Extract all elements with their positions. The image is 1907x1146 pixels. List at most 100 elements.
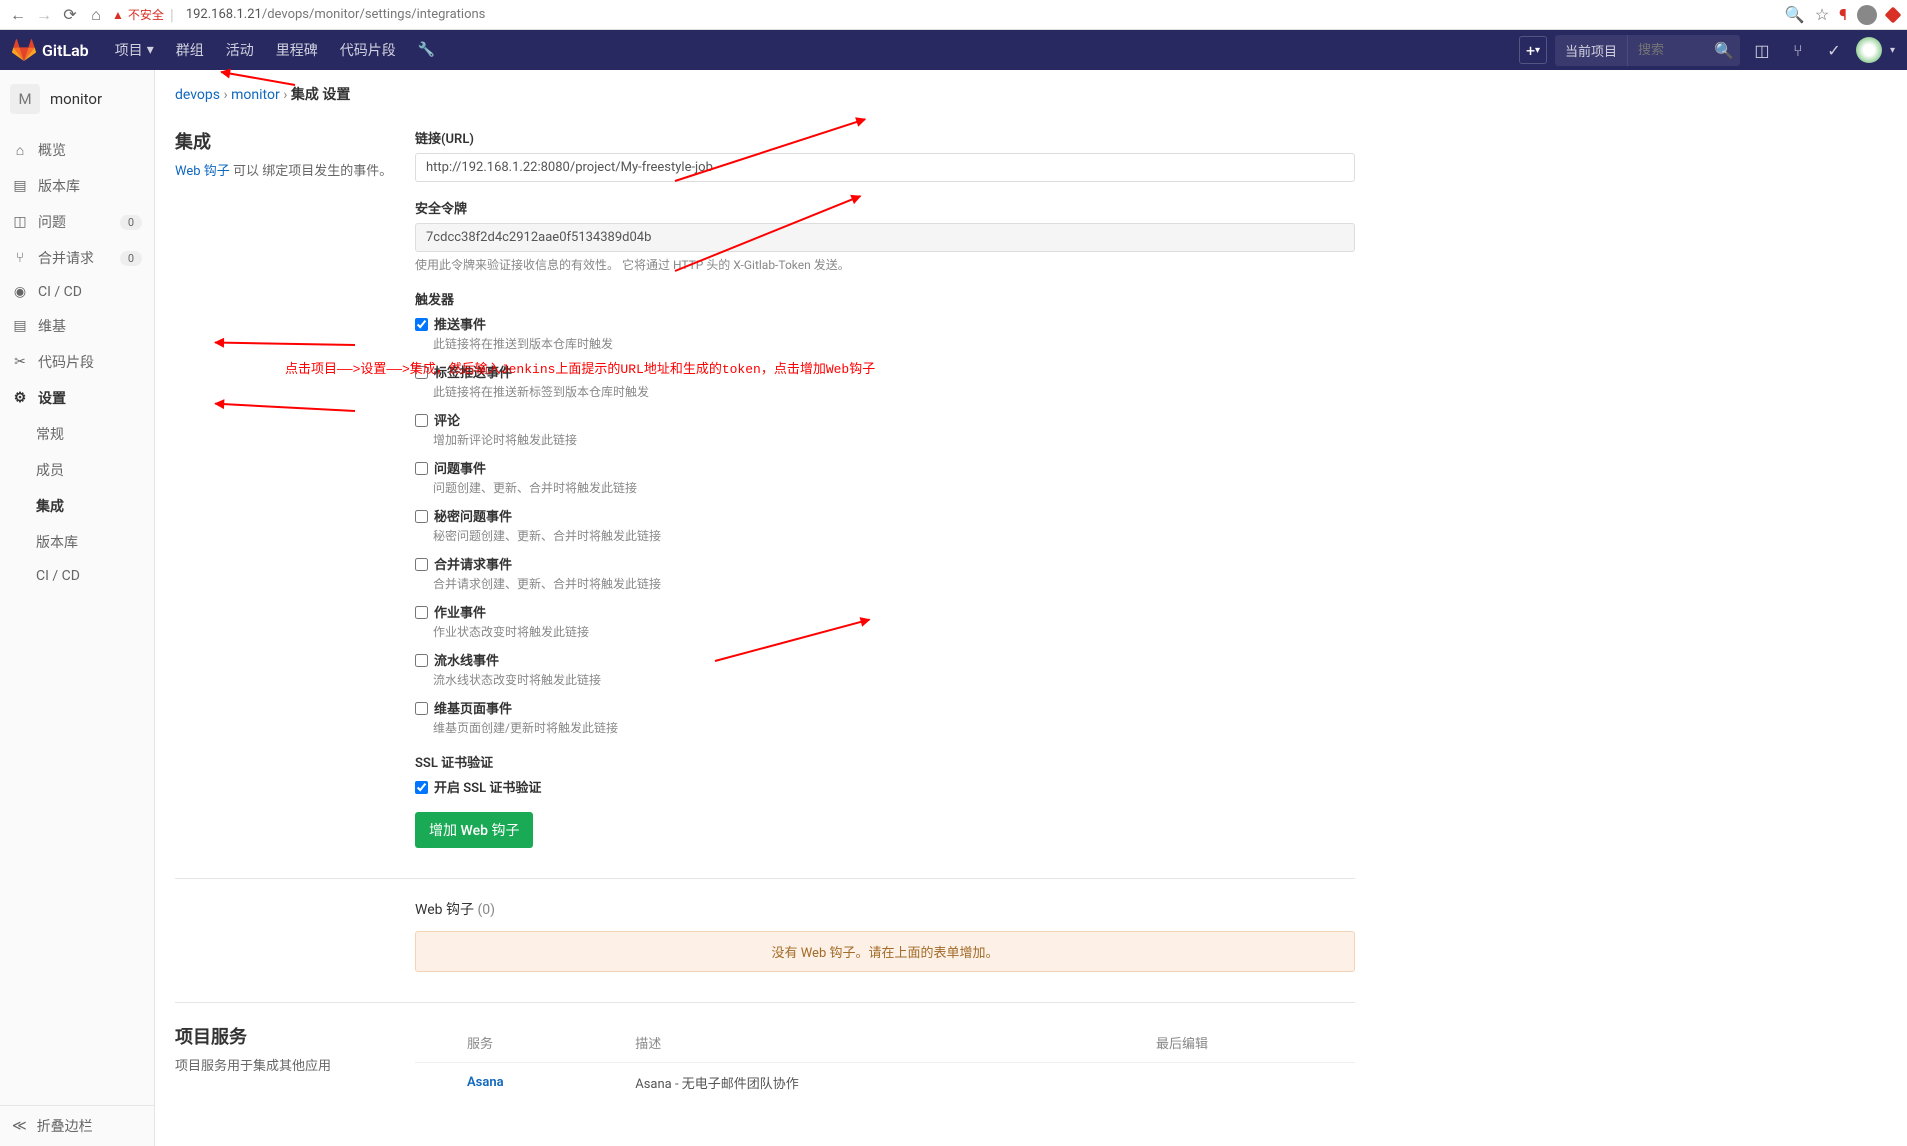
gear-icon: ⚙ — [12, 390, 28, 406]
webhooks-header: Web 钩子 (0) — [415, 899, 1355, 919]
url-label: 链接(URL) — [415, 128, 1355, 147]
browser-chrome: ← → ⟳ ⌂ ▲ 不安全 | 192.168.1.21/devops/moni… — [0, 0, 1907, 30]
reload-btn[interactable]: ⟳ — [60, 5, 80, 25]
nav-wrench-icon[interactable]: 🔧 — [408, 34, 445, 66]
nav-snippets[interactable]: 代码片段 — [330, 34, 406, 66]
home-btn[interactable]: ⌂ — [86, 5, 106, 25]
ssl-check-label: 开启 SSL 证书验证 — [434, 777, 541, 796]
sidebar-sub-general[interactable]: 常规 — [24, 416, 154, 452]
todos-icon[interactable]: ✓ — [1820, 36, 1848, 64]
trigger-checkbox-4[interactable] — [415, 510, 428, 523]
search-icon[interactable]: 🔍 — [1708, 35, 1740, 66]
search-group: 当前项目 🔍 — [1555, 35, 1740, 66]
trigger-label-6: 作业事件 — [434, 602, 486, 621]
trigger-desc-3: 问题创建、更新、合并时将触发此链接 — [433, 479, 1355, 496]
services-title: 项目服务 — [175, 1023, 395, 1049]
col-service: 服务 — [455, 1023, 623, 1063]
trigger-checkbox-8[interactable] — [415, 702, 428, 715]
warning-icon: ▲ — [112, 8, 124, 22]
sidebar-snippets[interactable]: ✂代码片段 — [0, 344, 154, 380]
trigger-desc-0: 此链接将在推送到版本仓库时触发 — [433, 335, 1355, 352]
wiki-icon: ▤ — [12, 318, 28, 334]
trigger-desc-8: 维基页面创建/更新时将触发此链接 — [433, 719, 1355, 736]
url-input[interactable] — [415, 153, 1355, 182]
project-header[interactable]: M monitor — [0, 70, 154, 128]
trigger-label-4: 秘密问题事件 — [434, 506, 512, 525]
issues-icon: ◫ — [12, 214, 28, 230]
search-input[interactable] — [1628, 37, 1708, 64]
plus-button[interactable]: + ▾ — [1519, 36, 1547, 64]
merge-badge: 0 — [120, 251, 142, 266]
breadcrumb-project[interactable]: devops — [175, 87, 220, 103]
extension-icon[interactable] — [1885, 6, 1902, 23]
url-display[interactable]: 192.168.1.21/devops/monitor/settings/int… — [186, 7, 486, 22]
webhooks-link[interactable]: Web 钩子 — [175, 164, 230, 179]
annotation-text: 点击项目——>设置——>集成，然后输入Jenkins上面提示的URL地址和生成的… — [285, 358, 875, 377]
trigger-label-7: 流水线事件 — [434, 650, 499, 669]
trigger-label-5: 合并请求事件 — [434, 554, 512, 573]
pilcrow-icon[interactable]: ¶ — [1839, 5, 1847, 24]
nav-activity[interactable]: 活动 — [216, 34, 264, 66]
trigger-desc-7: 流水线状态改变时将触发此链接 — [433, 671, 1355, 688]
trigger-checkbox-5[interactable] — [415, 558, 428, 571]
trigger-label-0: 推送事件 — [434, 314, 486, 333]
main-content: devops › monitor › 集成 设置 集成 Web 钩子 可以 绑定… — [155, 70, 1907, 1146]
gitlab-logo[interactable]: GitLab — [12, 39, 89, 61]
collapse-sidebar[interactable]: ≪ 折叠边栏 — [0, 1105, 154, 1146]
services-table: 服务 描述 最后编辑 Asana Asana - 无电子邮件团队协作 — [415, 1023, 1355, 1102]
sidebar-sub-integrations[interactable]: 集成 — [24, 488, 154, 524]
integrations-desc: Web 钩子 可以 绑定项目发生的事件。 — [175, 160, 395, 179]
sidebar-repo[interactable]: ▤版本库 — [0, 168, 154, 204]
trigger-desc-6: 作业状态改变时将触发此链接 — [433, 623, 1355, 640]
service-row[interactable]: Asana Asana - 无电子邮件团队协作 — [415, 1063, 1355, 1103]
trigger-checkbox-7[interactable] — [415, 654, 428, 667]
back-btn[interactable]: ← — [8, 5, 28, 25]
collapse-icon: ≪ — [12, 1118, 27, 1134]
add-webhook-button[interactable]: 增加 Web 钩子 — [415, 812, 533, 848]
merge-requests-icon[interactable]: ⑂ — [1784, 36, 1812, 64]
home-icon: ⌂ — [12, 142, 28, 158]
service-name[interactable]: Asana — [467, 1075, 504, 1090]
sidebar-overview[interactable]: ⌂概览 — [0, 132, 154, 168]
trigger-label-2: 评论 — [434, 410, 460, 429]
issues-icon[interactable]: ◫ — [1748, 36, 1776, 64]
col-desc: 描述 — [623, 1023, 1144, 1063]
sidebar-merge[interactable]: ⑂合并请求0 — [0, 240, 154, 276]
sidebar-sub-cicd[interactable]: CI / CD — [24, 560, 154, 592]
cicd-icon: ◉ — [12, 284, 28, 300]
sidebar-issues[interactable]: ◫问题0 — [0, 204, 154, 240]
project-name: monitor — [50, 90, 102, 108]
star-icon[interactable]: ☆ — [1815, 5, 1829, 24]
breadcrumb-subproject[interactable]: monitor — [231, 87, 280, 103]
trigger-checkbox-0[interactable] — [415, 318, 428, 331]
services-desc: 项目服务用于集成其他应用 — [175, 1055, 395, 1074]
search-scope[interactable]: 当前项目 — [1555, 35, 1628, 66]
sidebar-wiki[interactable]: ▤维基 — [0, 308, 154, 344]
col-edited: 最后编辑 — [1144, 1023, 1355, 1063]
profile-icon[interactable] — [1857, 5, 1877, 25]
user-avatar[interactable] — [1856, 37, 1882, 63]
trigger-checkbox-6[interactable] — [415, 606, 428, 619]
trigger-label-3: 问题事件 — [434, 458, 486, 477]
nav-milestones[interactable]: 里程碑 — [266, 34, 328, 66]
sidebar-sub-members[interactable]: 成员 — [24, 452, 154, 488]
trigger-checkbox-2[interactable] — [415, 414, 428, 427]
merge-icon: ⑂ — [12, 250, 28, 266]
ssl-label: SSL 证书验证 — [415, 752, 1355, 771]
sidebar-cicd[interactable]: ◉CI / CD — [0, 276, 154, 308]
token-input[interactable] — [415, 223, 1355, 252]
sidebar-settings[interactable]: ⚙设置 — [0, 380, 154, 416]
token-label: 安全令牌 — [415, 198, 1355, 217]
sidebar-sub-repo[interactable]: 版本库 — [24, 524, 154, 560]
nav-groups[interactable]: 群组 — [166, 34, 214, 66]
service-desc: Asana - 无电子邮件团队协作 — [623, 1063, 1144, 1103]
trigger-label-8: 维基页面事件 — [434, 698, 512, 717]
search-icon[interactable]: 🔍 — [1785, 5, 1805, 24]
forward-btn[interactable]: → — [34, 5, 54, 25]
ssl-checkbox[interactable] — [415, 781, 428, 794]
integrations-title: 集成 — [175, 128, 395, 154]
trigger-checkbox-3[interactable] — [415, 462, 428, 475]
issues-badge: 0 — [120, 215, 142, 230]
breadcrumb-page: 集成 设置 — [291, 87, 350, 103]
nav-projects[interactable]: 项目 ▾ — [105, 34, 164, 66]
